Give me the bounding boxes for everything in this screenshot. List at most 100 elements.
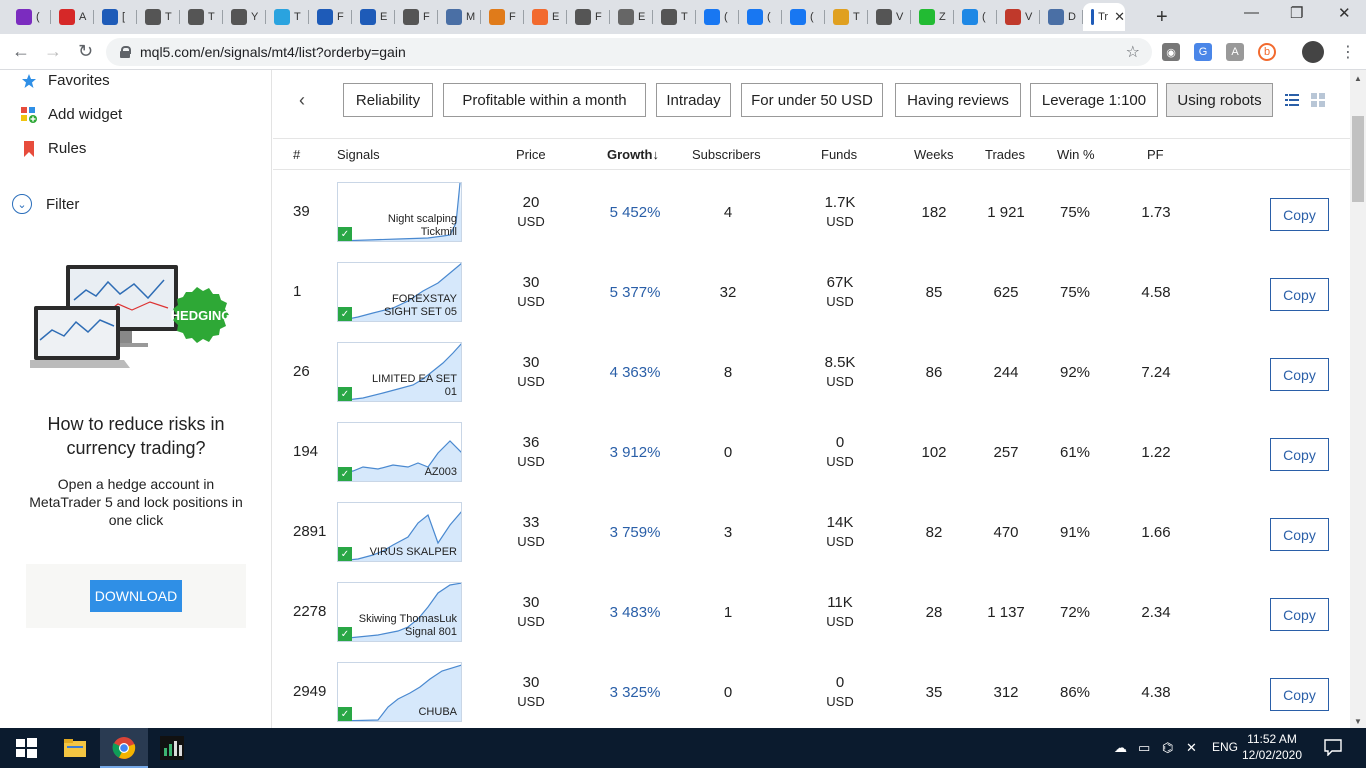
minimize-button[interactable]: — xyxy=(1244,4,1259,21)
table-row[interactable]: 39 Night scalping Tickmill ✓ 20 USD 5 452% 4 1.… xyxy=(273,170,1350,250)
network-icon[interactable]: ⌬ xyxy=(1162,740,1173,756)
browser-tab[interactable]: E xyxy=(610,3,653,31)
table-row[interactable]: 2278 Skiwing ThomasLuk Signal 801 ✓ 30 USD 3 … xyxy=(273,570,1350,650)
browser-tab[interactable]: ( xyxy=(782,3,825,31)
page-scrollbar[interactable]: ▲ ▼ xyxy=(1350,70,1366,728)
signal-name[interactable]: Night scalping Tickmill xyxy=(357,213,457,239)
copy-button[interactable]: Copy xyxy=(1270,438,1329,471)
forward-icon[interactable]: → xyxy=(44,41,62,62)
browser-tab[interactable]: ( xyxy=(696,3,739,31)
back-icon[interactable]: ← xyxy=(12,41,30,62)
download-button[interactable]: DOWNLOAD xyxy=(90,580,182,612)
filter-button[interactable]: Intraday xyxy=(656,83,731,117)
browser-tab[interactable]: F xyxy=(309,3,352,31)
filter-toggle[interactable]: ⌄ Filter xyxy=(12,194,79,214)
menu-dots-icon[interactable]: ⋮ xyxy=(1340,42,1356,62)
chevron-left-icon[interactable]: ‹ xyxy=(299,90,305,111)
address-bar[interactable]: mql5.com/en/signals/mt4/list?orderby=gai… xyxy=(106,38,1152,66)
col-pf[interactable]: PF xyxy=(1147,147,1164,162)
volume-muted-icon[interactable]: ✕ xyxy=(1186,740,1197,756)
close-tab-icon[interactable]: ✕ xyxy=(1114,9,1125,25)
signal-name[interactable]: AZ003 xyxy=(357,466,457,479)
browser-tab[interactable]: F xyxy=(481,3,524,31)
file-explorer-icon[interactable] xyxy=(63,736,87,760)
scrollbar-thumb[interactable] xyxy=(1352,116,1364,202)
browser-tab[interactable]: ( xyxy=(954,3,997,31)
signal-thumbnail[interactable]: AZ003 ✓ xyxy=(337,422,462,482)
new-tab-button[interactable]: + xyxy=(1156,6,1168,29)
signal-thumbnail[interactable]: Night scalping Tickmill ✓ xyxy=(337,182,462,242)
signal-name[interactable]: LIMITED EA SET 01 xyxy=(357,373,457,399)
table-row[interactable]: 1 FOREXSTAY SIGHT SET 05 ✓ 30 USD 5 377% 32 67K… xyxy=(273,250,1350,330)
filter-button[interactable]: Having reviews xyxy=(895,83,1021,117)
copy-button[interactable]: Copy xyxy=(1270,598,1329,631)
col-growth[interactable]: Growth↓ xyxy=(607,147,659,162)
browser-tab[interactable]: ( xyxy=(8,3,51,31)
sidebar-item-add-widget[interactable]: Add widget xyxy=(21,106,122,123)
browser-tab[interactable]: F xyxy=(567,3,610,31)
signal-thumbnail[interactable]: FOREXSTAY SIGHT SET 05 ✓ xyxy=(337,262,462,322)
col-signals[interactable]: Signals xyxy=(337,147,380,162)
filter-button[interactable]: Using robots xyxy=(1166,83,1273,117)
table-row[interactable]: 26 LIMITED EA SET 01 ✓ 30 USD 4 363% 8 8.5K USD 8… xyxy=(273,330,1350,410)
signal-name[interactable]: CHUBA xyxy=(357,706,457,719)
scroll-down-icon[interactable]: ▼ xyxy=(1354,717,1362,726)
sidebar-item-favorites[interactable]: Favorites xyxy=(22,72,110,89)
col-funds[interactable]: Funds xyxy=(821,147,857,162)
bookmark-star-icon[interactable]: ☆ xyxy=(1126,42,1140,62)
copy-button[interactable]: Copy xyxy=(1270,198,1329,231)
signal-thumbnail[interactable]: LIMITED EA SET 01 ✓ xyxy=(337,342,462,402)
browser-tab[interactable]: T xyxy=(266,3,309,31)
extension-icon[interactable]: A xyxy=(1226,43,1244,61)
browser-tab[interactable]: M xyxy=(438,3,481,31)
copy-button[interactable]: Copy xyxy=(1270,678,1329,711)
hedging-promo-image[interactable]: HEDGING xyxy=(26,260,240,380)
col-subscribers[interactable]: Subscribers xyxy=(692,147,761,162)
list-view-icon[interactable] xyxy=(1285,93,1299,107)
col-win[interactable]: Win % xyxy=(1057,147,1095,162)
camera-icon[interactable]: ◉ xyxy=(1162,43,1180,61)
signal-thumbnail[interactable]: VIRUS SKALPER ✓ xyxy=(337,502,462,562)
browser-tab[interactable]: T xyxy=(825,3,868,31)
browser-tab[interactable]: T xyxy=(180,3,223,31)
browser-tab[interactable]: Z xyxy=(911,3,954,31)
copy-button[interactable]: Copy xyxy=(1270,278,1329,311)
taskbar-clock[interactable]: 11:52 AM 12/02/2020 xyxy=(1238,731,1306,763)
bitcoin-ext-icon[interactable]: b xyxy=(1258,43,1276,61)
copy-button[interactable]: Copy xyxy=(1270,518,1329,551)
table-row[interactable]: 194 AZ003 ✓ 36 USD 3 912% 0 0 USD 102 257 61% 1.22 Co… xyxy=(273,410,1350,490)
browser-tab[interactable]: A xyxy=(51,3,94,31)
profile-avatar[interactable] xyxy=(1302,41,1324,63)
scroll-up-icon[interactable]: ▲ xyxy=(1354,74,1362,83)
browser-tab[interactable]: E xyxy=(352,3,395,31)
browser-tab[interactable]: T xyxy=(137,3,180,31)
browser-tab[interactable]: Y xyxy=(223,3,266,31)
battery-icon[interactable]: ▭ xyxy=(1138,740,1150,756)
close-window-button[interactable]: ✕ xyxy=(1338,4,1351,22)
table-row[interactable]: 2949 CHUBA ✓ 30 USD 3 325% 0 0 USD 35 312 86% 4.38 Co… xyxy=(273,650,1350,728)
browser-tab[interactable]: T xyxy=(653,3,696,31)
sidebar-item-rules[interactable]: Rules xyxy=(24,140,86,157)
cloud-icon[interactable]: ☁ xyxy=(1114,740,1127,756)
browser-tab[interactable]: V xyxy=(868,3,911,31)
browser-tab[interactable]: V xyxy=(997,3,1040,31)
windows-start-icon[interactable] xyxy=(14,736,38,760)
filter-button[interactable]: Leverage 1:100 xyxy=(1030,83,1158,117)
language-indicator[interactable]: ENG xyxy=(1212,740,1238,754)
copy-button[interactable]: Copy xyxy=(1270,358,1329,391)
signal-name[interactable]: FOREXSTAY SIGHT SET 05 xyxy=(357,293,457,319)
table-row[interactable]: 2891 VIRUS SKALPER ✓ 33 USD 3 759% 3 14K USD 82 47… xyxy=(273,490,1350,570)
signal-name[interactable]: VIRUS SKALPER xyxy=(357,546,457,559)
browser-tab[interactable]: F xyxy=(395,3,438,31)
taskbar-chrome-active[interactable] xyxy=(100,728,148,768)
filter-button[interactable]: Reliability xyxy=(343,83,433,117)
signal-thumbnail[interactable]: Skiwing ThomasLuk Signal 801 ✓ xyxy=(337,582,462,642)
signal-name[interactable]: Skiwing ThomasLuk Signal 801 xyxy=(357,613,457,639)
browser-tab[interactable]: E xyxy=(524,3,567,31)
translate-icon[interactable]: G xyxy=(1194,43,1212,61)
col-price[interactable]: Price xyxy=(516,147,546,162)
col-trades[interactable]: Trades xyxy=(985,147,1025,162)
browser-tab[interactable]: [ xyxy=(94,3,137,31)
notifications-icon[interactable] xyxy=(1324,738,1342,756)
filter-button[interactable]: For under 50 USD xyxy=(741,83,883,117)
